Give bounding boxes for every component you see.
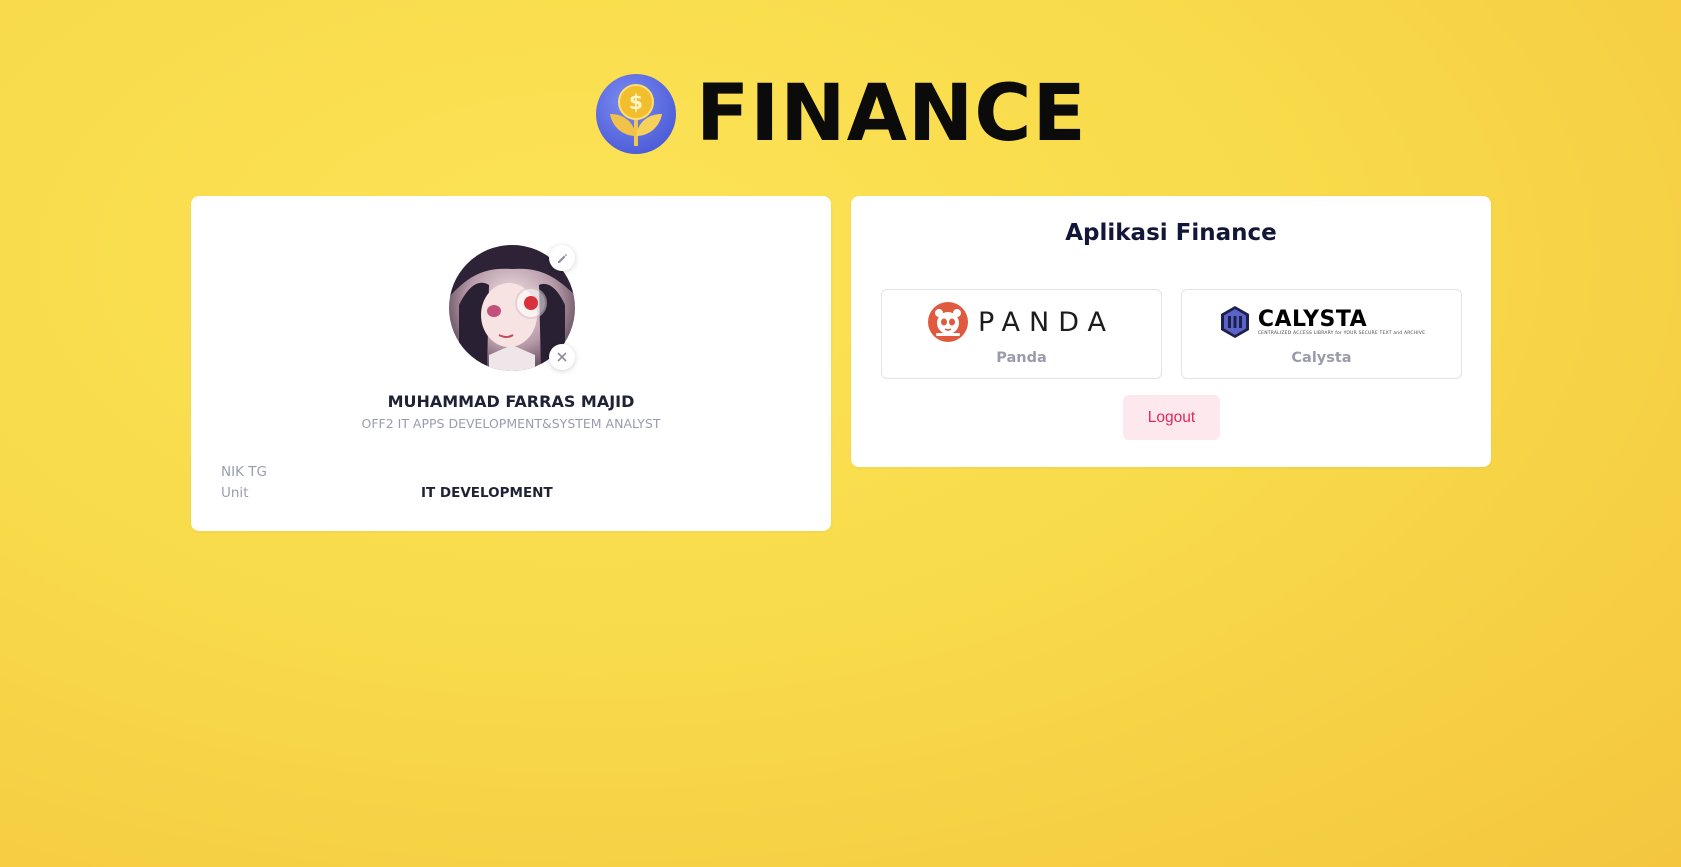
calysta-logo-text: CALYSTA (1257, 306, 1368, 332)
calysta-logo-subtext: CENTRALIZED ACCESS LIBRARY for YOUR SECU… (1257, 330, 1426, 336)
unit-value: IT DEVELOPMENT (421, 485, 553, 501)
remove-avatar-button[interactable] (549, 344, 575, 370)
close-icon (557, 352, 567, 362)
panda-logo: PANDA (882, 300, 1161, 344)
calysta-icon (1220, 306, 1249, 338)
apps-title: Aplikasi Finance (1065, 220, 1277, 246)
brand-title: FINANCE (696, 69, 1087, 159)
app-tile-panda[interactable]: PANDA Panda (881, 289, 1162, 379)
profile-name: MUHAMMAD FARRAS MAJID (387, 392, 635, 411)
brand-header: $ FINANCE (596, 72, 1087, 156)
app-label-calysta: Calysta (1291, 350, 1352, 366)
nik-label: NIK TG (221, 464, 267, 480)
calysta-logo: CALYSTA CENTRALIZED ACCESS LIBRARY for Y… (1182, 300, 1461, 344)
app-tile-calysta[interactable]: CALYSTA CENTRALIZED ACCESS LIBRARY for Y… (1181, 289, 1462, 379)
pencil-icon (558, 254, 567, 263)
svg-text:$: $ (629, 90, 643, 114)
app-label-panda: Panda (996, 350, 1047, 366)
edit-avatar-button[interactable] (549, 245, 575, 271)
panda-icon (927, 302, 968, 342)
profile-card: MUHAMMAD FARRAS MAJID OFF2 IT APPS DEVEL… (191, 196, 831, 531)
profile-position: OFF2 IT APPS DEVELOPMENT&SYSTEM ANALYST (361, 416, 661, 431)
apps-card: Aplikasi Finance PANDA Panda CALYSTA CEN… (851, 196, 1491, 467)
coin-plant-icon: $ (596, 74, 676, 154)
avatar-container (449, 245, 575, 371)
unit-label: Unit (221, 485, 249, 501)
panda-logo-text: PANDA (977, 306, 1115, 338)
logout-button[interactable]: Logout (1123, 395, 1220, 440)
